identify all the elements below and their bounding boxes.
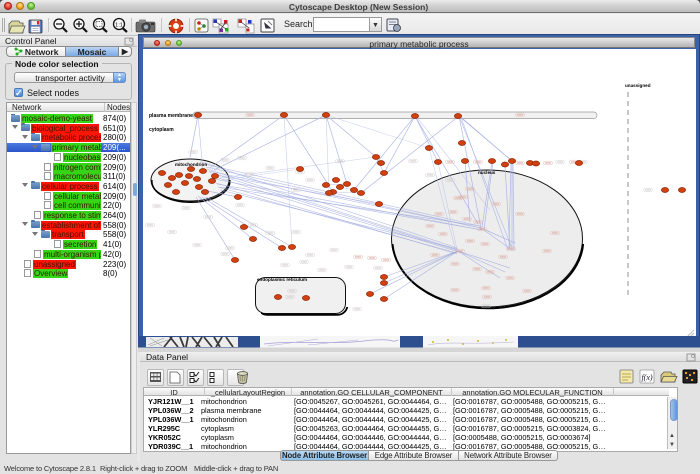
- svg-text:endoplasmic reticulum: endoplasmic reticulum: [257, 277, 307, 282]
- svg-text:1:1: 1:1: [115, 23, 123, 29]
- svg-text:mitochondrion: mitochondrion: [175, 162, 207, 167]
- svg-text:nucleus: nucleus: [478, 170, 496, 175]
- svg-text:unassigned: unassigned: [625, 83, 651, 88]
- svg-text:plasma membrane: plasma membrane: [149, 113, 193, 119]
- svg-text:cytoplasm: cytoplasm: [149, 127, 174, 133]
- svg-text:f(x): f(x): [641, 373, 652, 382]
